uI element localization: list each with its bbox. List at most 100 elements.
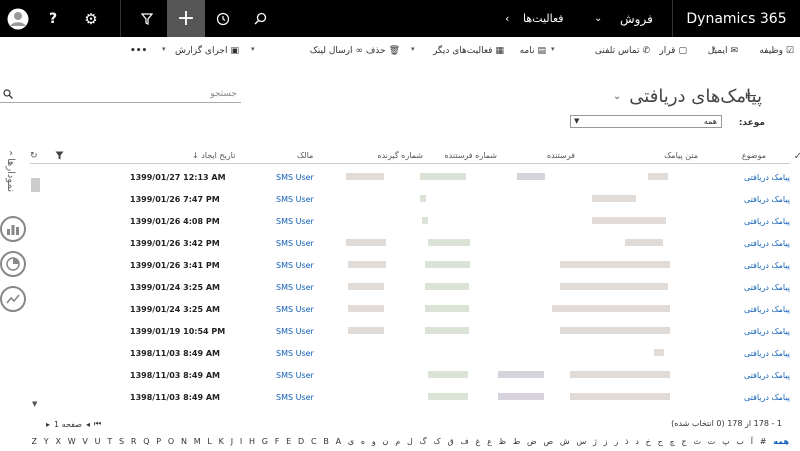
more-icon[interactable]: •••: [130, 42, 147, 60]
view-selector[interactable]: پیامک‌های دریافتی ⌄: [613, 86, 762, 107]
row-subject-link[interactable]: پیامک دریافتی: [744, 217, 790, 226]
alphabet-letter[interactable]: ظ: [498, 437, 507, 449]
chevron-down-icon[interactable]: ▾: [712, 45, 716, 53]
alphabet-letter[interactable]: L: [206, 437, 212, 449]
table-row[interactable]: پیامک دریافتی SMS User 1398/11/03 8:49 A…: [30, 343, 790, 365]
row-owner-link[interactable]: SMS User: [276, 349, 314, 358]
alphabet-letter[interactable]: A: [335, 437, 342, 449]
column-owner[interactable]: مالک: [297, 151, 313, 160]
row-subject-link[interactable]: پیامک دریافتی: [744, 371, 790, 380]
alphabet-letter[interactable]: ک: [432, 437, 441, 449]
alphabet-letter[interactable]: R: [130, 437, 138, 449]
column-sender[interactable]: فرستنده: [547, 151, 575, 160]
alphabet-letter[interactable]: ن: [382, 437, 390, 449]
alphabet-letter[interactable]: ث: [692, 437, 702, 449]
alphabet-letter[interactable]: س: [575, 437, 587, 449]
alphabet-letter[interactable]: M: [193, 437, 202, 449]
row-subject-link[interactable]: پیامک دریافتی: [744, 239, 790, 248]
task-button[interactable]: ☑ وظیفه: [759, 42, 794, 60]
search-input[interactable]: جستجو: [0, 89, 241, 103]
table-row[interactable]: پیامک دریافتی SMS User 1398/11/03 8:49 A…: [30, 387, 790, 409]
row-owner-link[interactable]: SMS User: [276, 261, 314, 270]
row-owner-link[interactable]: SMS User: [276, 173, 314, 182]
column-message[interactable]: متن پیامک: [664, 151, 698, 160]
alphabet-letter[interactable]: O: [167, 437, 175, 449]
alphabet-letter[interactable]: N: [180, 437, 188, 449]
row-owner-link[interactable]: SMS User: [276, 305, 314, 314]
chevron-down-icon[interactable]: ⌄: [594, 0, 602, 37]
search-icon[interactable]: [247, 0, 273, 37]
column-created-on[interactable]: تاریخ ایجاد ↓: [192, 151, 235, 160]
nav-entity[interactable]: فعالیت‌ها: [523, 0, 564, 37]
brand-title[interactable]: Dynamics 365: [672, 0, 800, 37]
grid-scrollbar-thumb[interactable]: [31, 178, 40, 192]
alphabet-letter[interactable]: F: [274, 437, 281, 449]
alphabet-letter[interactable]: ف: [459, 437, 469, 449]
alphabet-letter[interactable]: ش: [559, 437, 571, 449]
alphabet-letter[interactable]: S: [118, 437, 125, 449]
user-avatar-icon[interactable]: [3, 0, 33, 37]
alphabet-letter[interactable]: خ: [645, 437, 652, 449]
plus-icon[interactable]: +: [167, 0, 205, 37]
alphabet-letter[interactable]: د: [634, 437, 640, 449]
row-owner-link[interactable]: SMS User: [276, 195, 314, 204]
row-owner-link[interactable]: SMS User: [276, 371, 314, 380]
alphabet-letter[interactable]: G: [261, 437, 269, 449]
alphabet-letter[interactable]: K: [218, 437, 225, 449]
refresh-icon[interactable]: ↻: [30, 151, 38, 161]
row-subject-link[interactable]: پیامک دریافتی: [744, 261, 790, 270]
alphabet-letter[interactable]: پ: [721, 437, 731, 449]
alphabet-all-link[interactable]: همه: [772, 437, 790, 449]
alphabet-letter[interactable]: ص: [542, 437, 554, 449]
alphabet-letter[interactable]: P: [155, 437, 162, 449]
row-subject-link[interactable]: پیامک دریافتی: [744, 283, 790, 292]
row-owner-link[interactable]: SMS User: [276, 393, 314, 402]
nav-area[interactable]: فروش: [620, 0, 653, 37]
table-row[interactable]: پیامک دریافتی SMS User 1399/01/26 3:42 P…: [30, 233, 790, 255]
alphabet-letter[interactable]: ج: [681, 437, 688, 449]
row-subject-link[interactable]: پیامک دریافتی: [744, 393, 790, 402]
alphabet-letter[interactable]: D: [297, 437, 305, 449]
alphabet-letter[interactable]: ع: [486, 437, 493, 449]
alphabet-letter[interactable]: ی: [347, 437, 355, 449]
row-owner-link[interactable]: SMS User: [276, 239, 314, 248]
alphabet-letter[interactable]: Q: [142, 437, 150, 449]
alphabet-letter[interactable]: ل: [406, 437, 414, 449]
alphabet-letter[interactable]: ط: [512, 437, 521, 449]
alphabet-letter[interactable]: آ: [750, 437, 754, 449]
column-sender-number[interactable]: شماره فرستنده: [444, 151, 497, 160]
alphabet-letter[interactable]: H: [248, 437, 256, 449]
previous-page-icon[interactable]: ◂: [86, 420, 90, 429]
scroll-down-icon[interactable]: ▼: [32, 400, 37, 408]
alphabet-letter[interactable]: X: [54, 437, 61, 449]
row-owner-link[interactable]: SMS User: [276, 327, 314, 336]
letter-button[interactable]: ▤ نامه: [520, 42, 546, 60]
alphabet-letter[interactable]: چ: [669, 437, 676, 449]
alphabet-letter[interactable]: ر: [613, 437, 619, 449]
alphabet-letter[interactable]: غ: [475, 437, 482, 449]
alphabet-letter[interactable]: ب: [735, 437, 745, 449]
alphabet-letter[interactable]: Z: [31, 437, 38, 449]
row-subject-link[interactable]: پیامک دریافتی: [744, 195, 790, 204]
select-all-checkbox-icon[interactable]: ✓: [794, 151, 800, 162]
bar-chart-icon[interactable]: [0, 216, 26, 242]
alphabet-letter[interactable]: ق: [446, 437, 454, 449]
alphabet-letter[interactable]: ز: [603, 437, 609, 449]
alphabet-letter[interactable]: W: [67, 437, 77, 449]
alphabet-letter[interactable]: J: [230, 437, 234, 449]
search-icon[interactable]: [3, 89, 13, 102]
chevron-down-icon[interactable]: ▾: [551, 45, 555, 53]
alphabet-letter[interactable]: ه: [360, 437, 366, 449]
row-subject-link[interactable]: پیامک دریافتی: [744, 349, 790, 358]
row-owner-link[interactable]: SMS User: [276, 217, 314, 226]
appointment-button[interactable]: ▢ قرار: [659, 42, 687, 60]
pie-chart-icon[interactable]: [0, 251, 26, 277]
alphabet-letter[interactable]: ض: [526, 437, 538, 449]
alphabet-letter[interactable]: E: [285, 437, 292, 449]
filter-icon[interactable]: [55, 151, 64, 162]
table-row[interactable]: پیامک دریافتی SMS User 1399/01/19 10:54 …: [30, 321, 790, 343]
phone-call-button[interactable]: ✆ تماس تلفنی: [595, 42, 650, 60]
alphabet-letter[interactable]: U: [94, 437, 102, 449]
table-row[interactable]: پیامک دریافتی SMS User 1399/01/26 3:41 P…: [30, 255, 790, 277]
alphabet-letter[interactable]: ح: [657, 437, 664, 449]
